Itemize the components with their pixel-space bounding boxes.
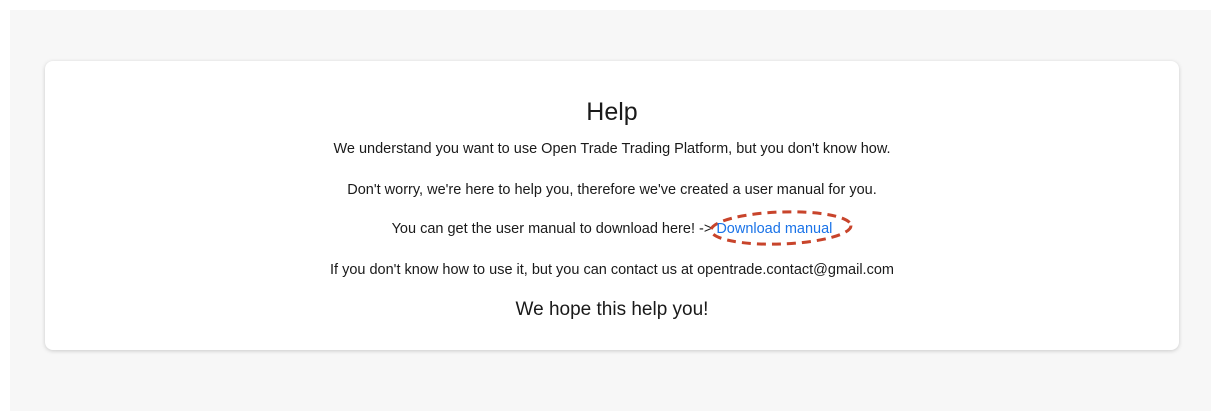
reassurance-text: Don't worry, we're here to help you, the… (347, 182, 877, 198)
help-card: Help We understand you want to use Open … (45, 61, 1179, 350)
contact-text: If you don't know how to use it, but you… (330, 262, 894, 278)
download-link-wrapper: Download manual (709, 210, 853, 246)
download-manual-link[interactable]: Download manual (716, 221, 832, 237)
download-text: You can get the user manual to download … (45, 210, 1179, 246)
page-title: Help (586, 98, 638, 126)
closing-text: We hope this help you! (515, 299, 709, 320)
intro-text: We understand you want to use Open Trade… (333, 141, 891, 157)
download-prefix-text: You can get the user manual to download … (391, 221, 717, 237)
page-background: Help We understand you want to use Open … (10, 10, 1211, 411)
